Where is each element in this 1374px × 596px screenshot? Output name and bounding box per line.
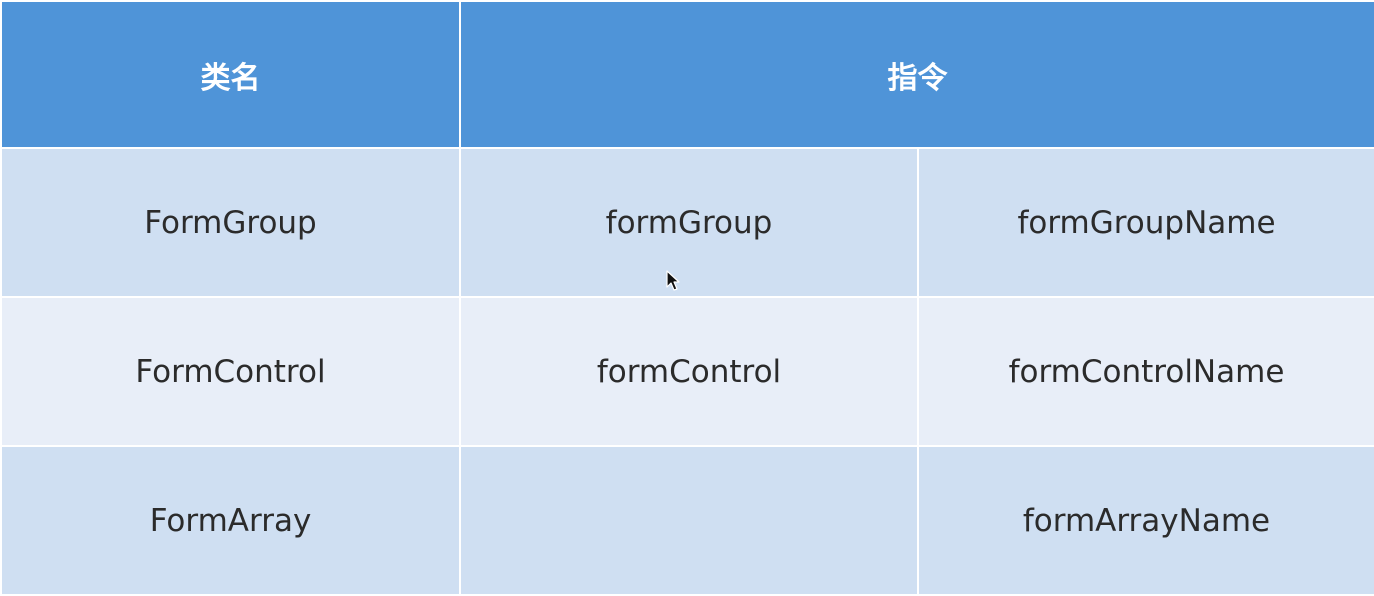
table-row: FormGroup formGroup formGroupName: [0, 147, 1374, 298]
header-class-name: 类名: [0, 0, 461, 149]
table-row: FormControl formControl formControlName: [0, 296, 1374, 447]
cell-directive-name: formGroupName: [917, 147, 1374, 298]
table-row: FormArray formArrayName: [0, 445, 1374, 596]
cell-class-name: FormGroup: [0, 147, 461, 298]
directive-table-container: 类名 指令 FormGroup formGroup formGroupName …: [0, 0, 1374, 596]
class-directive-table: 类名 指令 FormGroup formGroup formGroupName …: [0, 0, 1374, 596]
table-header-row: 类名 指令: [0, 0, 1374, 149]
cell-directive: formGroup: [459, 147, 919, 298]
cell-directive: formControl: [459, 296, 919, 447]
header-directive: 指令: [459, 0, 1374, 149]
cell-directive-name: formControlName: [917, 296, 1374, 447]
cell-directive: [459, 445, 919, 596]
cell-class-name: FormArray: [0, 445, 461, 596]
cell-directive-name: formArrayName: [917, 445, 1374, 596]
cell-class-name: FormControl: [0, 296, 461, 447]
